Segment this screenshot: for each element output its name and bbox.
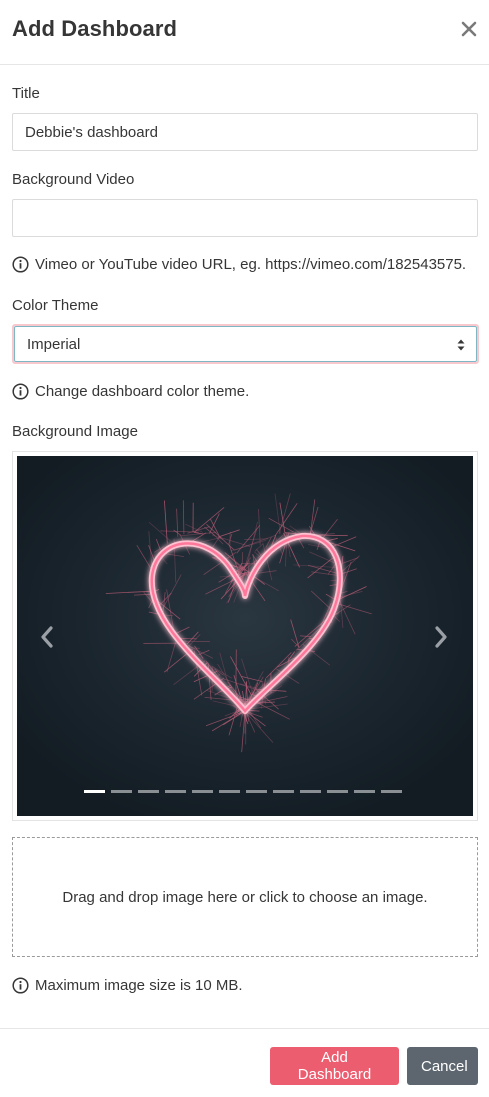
image-carousel[interactable] <box>17 456 473 816</box>
carousel-indicator[interactable] <box>327 790 348 793</box>
theme-help: Change dashboard color theme. <box>12 383 249 400</box>
carousel-indicator[interactable] <box>381 790 402 793</box>
cancel-button[interactable]: Cancel <box>407 1047 478 1085</box>
info-icon <box>12 977 29 994</box>
carousel-prev-button[interactable] <box>35 622 59 652</box>
carousel-indicator[interactable] <box>165 790 186 793</box>
title-input[interactable] <box>12 113 478 151</box>
color-theme-label: Color Theme <box>12 297 99 314</box>
dropzone-text: Drag and drop image here or click to cho… <box>62 888 428 906</box>
modal-footer: Add Dashboard Cancel <box>0 1028 489 1097</box>
image-help-text: Maximum image size is 10 MB. <box>35 977 243 994</box>
add-dashboard-button[interactable]: Add Dashboard <box>270 1047 399 1085</box>
title-label: Title <box>12 85 40 102</box>
background-video-input[interactable] <box>12 199 478 237</box>
carousel-indicator[interactable] <box>192 790 213 793</box>
close-button[interactable] <box>456 16 482 42</box>
video-help: Vimeo or YouTube video URL, eg. https://… <box>12 256 466 273</box>
carousel-next-button[interactable] <box>429 622 453 652</box>
image-dropzone[interactable]: Drag and drop image here or click to cho… <box>12 837 478 957</box>
modal-title: Add Dashboard <box>12 16 178 41</box>
carousel-indicators <box>84 790 402 793</box>
image-carousel-frame <box>12 451 478 821</box>
carousel-indicator[interactable] <box>246 790 267 793</box>
color-theme-value: Imperial <box>27 335 81 353</box>
info-icon <box>12 383 29 400</box>
background-video-label: Background Video <box>12 171 135 188</box>
color-theme-select-box[interactable]: Imperial <box>14 326 477 362</box>
close-icon <box>461 21 477 37</box>
carousel-indicator[interactable] <box>219 790 240 793</box>
background-image-label: Background Image <box>12 423 138 440</box>
select-arrows-icon <box>457 339 465 351</box>
carousel-indicator[interactable] <box>300 790 321 793</box>
sparkler-heart-image <box>17 456 473 816</box>
color-theme-select[interactable]: Imperial <box>12 324 479 364</box>
carousel-indicator[interactable] <box>84 790 105 793</box>
video-help-text: Vimeo or YouTube video URL, eg. https://… <box>35 256 467 273</box>
image-help: Maximum image size is 10 MB. <box>12 977 243 994</box>
carousel-indicator[interactable] <box>111 790 132 793</box>
info-icon <box>12 256 29 273</box>
modal-header: Add Dashboard <box>0 0 489 65</box>
theme-help-text: Change dashboard color theme. <box>35 383 250 400</box>
chevron-right-icon <box>435 626 447 648</box>
carousel-indicator[interactable] <box>273 790 294 793</box>
carousel-indicator[interactable] <box>138 790 159 793</box>
chevron-left-icon <box>41 626 53 648</box>
carousel-indicator[interactable] <box>354 790 375 793</box>
